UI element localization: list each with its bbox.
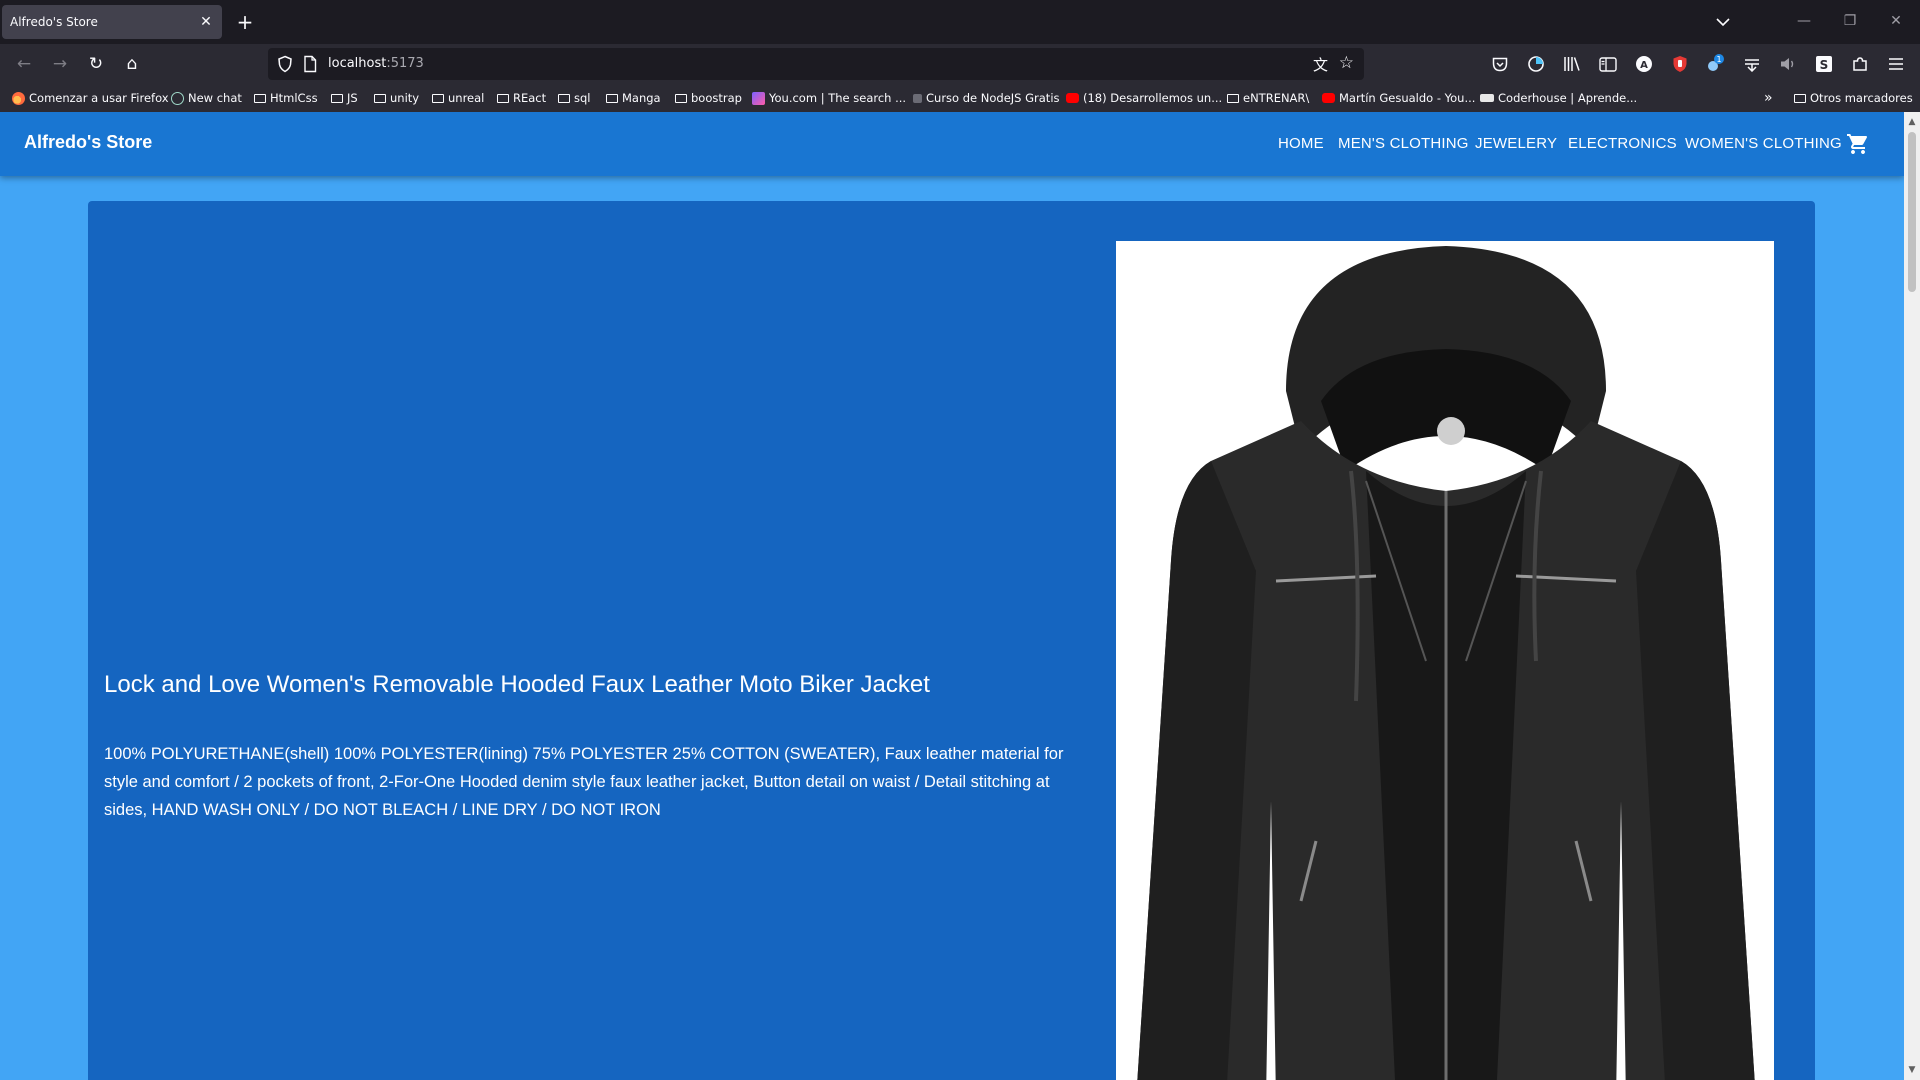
coderhouse-icon <box>1480 94 1494 102</box>
bookmark-folder[interactable]: unity <box>374 89 419 107</box>
folder-icon <box>432 93 444 103</box>
menu-mens-clothing[interactable]: MEN'S CLOTHING <box>1338 135 1469 152</box>
page-scrollbar[interactable]: ▲ ▼ <box>1904 112 1920 1080</box>
page-info-icon[interactable] <box>302 55 318 73</box>
bookmark-item[interactable]: Martín Gesualdo - You... <box>1322 89 1475 107</box>
bookmark-folder[interactable]: unreal <box>432 89 484 107</box>
bookmark-item[interactable]: (18) Desarrollemos un... <box>1066 89 1222 107</box>
svg-text:1: 1 <box>1716 55 1721 64</box>
bookmark-folder[interactable]: REact <box>497 89 546 107</box>
bookmark-item[interactable]: New chat <box>171 89 242 107</box>
navigation-toolbar: ← → ↻ ⌂ localhost:5173 文 ☆ A 1 S <box>0 44 1920 84</box>
page-viewport: Alfredo's Store HOME MEN'S CLOTHING JEWE… <box>0 112 1904 1080</box>
tracking-protection-shield-icon[interactable] <box>276 55 294 73</box>
sidebar-icon[interactable] <box>1596 52 1620 76</box>
product-description: 100% POLYURETHANE(shell) 100% POLYESTER(… <box>104 745 1064 819</box>
you-com-icon <box>752 91 765 105</box>
url-text: localhost:5173 <box>328 56 424 71</box>
speaker-icon[interactable] <box>1776 52 1800 76</box>
bookmark-folder[interactable]: HtmlCss <box>254 89 318 107</box>
pocket-icon[interactable] <box>1488 52 1512 76</box>
new-tab-button[interactable]: + <box>232 9 258 35</box>
tab-strip: Alfredo's Store ✕ + — ❐ ✕ <box>0 0 1920 44</box>
menu-jewelery[interactable]: JEWELERY <box>1475 135 1557 152</box>
badged-extension-icon[interactable]: 1 <box>1704 52 1728 76</box>
library-icon[interactable] <box>1560 52 1584 76</box>
svg-text:A: A <box>1640 60 1648 71</box>
folder-icon <box>1227 93 1239 103</box>
bookmark-item[interactable]: You.com | The search ... <box>752 89 906 107</box>
youtube-icon <box>1322 93 1335 103</box>
other-bookmarks-folder[interactable]: Otros marcadores <box>1794 89 1913 107</box>
product-title: Lock and Love Women's Removable Hooded F… <box>104 671 930 698</box>
extension-circle-icon[interactable] <box>1524 52 1548 76</box>
folder-icon <box>374 93 386 103</box>
scroll-down-arrow-icon[interactable]: ▼ <box>1904 1062 1920 1078</box>
tab-close-icon[interactable]: ✕ <box>194 10 218 34</box>
store-brand[interactable]: Alfredo's Store <box>24 132 152 153</box>
bookmark-folder[interactable]: Manga <box>606 89 661 107</box>
folder-icon <box>558 93 570 103</box>
minimize-window-button[interactable]: — <box>1784 6 1824 36</box>
scroll-up-arrow-icon[interactable]: ▲ <box>1904 114 1920 130</box>
bookmark-item[interactable]: Comenzar a usar Firefox <box>12 89 169 107</box>
scrollbar-thumb[interactable] <box>1908 132 1916 292</box>
bookmark-folder[interactable]: sql <box>558 89 591 107</box>
url-bar[interactable]: localhost:5173 文 ☆ <box>268 48 1364 80</box>
home-button[interactable]: ⌂ <box>118 50 146 78</box>
product-image <box>1116 241 1774 1080</box>
bookmark-folder[interactable]: boostrap <box>675 89 742 107</box>
firefox-icon <box>12 91 25 105</box>
tab-title: Alfredo's Store <box>10 15 98 29</box>
menu-electronics[interactable]: ELECTRONICS <box>1568 135 1677 152</box>
s-extension-icon[interactable]: S <box>1812 52 1836 76</box>
bookmarks-toolbar: Comenzar a usar Firefox New chat HtmlCss… <box>0 84 1920 112</box>
menu-womens-clothing[interactable]: WOMEN'S CLOTHING <box>1685 135 1842 152</box>
product-card: Lock and Love Women's Removable Hooded F… <box>88 201 1815 1080</box>
extensions-puzzle-icon[interactable] <box>1848 52 1872 76</box>
folder-icon <box>675 93 687 103</box>
openai-icon <box>171 91 184 105</box>
course-icon <box>913 93 922 103</box>
bookmark-star-icon[interactable]: ☆ <box>1339 53 1354 73</box>
account-a-icon[interactable]: A <box>1632 52 1656 76</box>
folder-icon <box>254 93 266 103</box>
bookmark-folder[interactable]: JS <box>331 89 358 107</box>
bookmarks-overflow-icon[interactable]: » <box>1764 89 1773 107</box>
folder-icon <box>331 93 343 103</box>
list-all-tabs-icon[interactable] <box>1710 9 1736 35</box>
menu-home[interactable]: HOME <box>1278 135 1324 152</box>
bookmark-folder[interactable]: eNTRENAR\ <box>1227 89 1309 107</box>
bookmark-item[interactable]: Coderhouse | Aprende... <box>1480 89 1637 107</box>
folder-icon <box>606 93 618 103</box>
folder-icon <box>1794 93 1806 103</box>
forward-button[interactable]: → <box>46 50 74 78</box>
close-window-button[interactable]: ✕ <box>1876 6 1916 36</box>
back-button[interactable]: ← <box>10 50 38 78</box>
reload-button[interactable]: ↻ <box>82 50 110 78</box>
shopping-cart-icon[interactable] <box>1846 132 1870 156</box>
red-extension-icon[interactable] <box>1668 52 1692 76</box>
youtube-icon <box>1066 93 1079 103</box>
transfer-icon[interactable] <box>1740 52 1764 76</box>
restore-window-button[interactable]: ❐ <box>1830 6 1870 36</box>
folder-icon <box>497 93 509 103</box>
jacket-illustration <box>1137 246 1755 1080</box>
hamburger-menu-icon[interactable] <box>1884 52 1908 76</box>
store-app-bar: Alfredo's Store HOME MEN'S CLOTHING JEWE… <box>0 112 1904 176</box>
active-tab[interactable]: Alfredo's Store ✕ <box>2 5 222 39</box>
svg-text:S: S <box>1820 58 1829 72</box>
bookmark-item[interactable]: Curso de NodeJS Gratis <box>913 89 1060 107</box>
translate-icon[interactable]: 文 <box>1313 54 1328 75</box>
